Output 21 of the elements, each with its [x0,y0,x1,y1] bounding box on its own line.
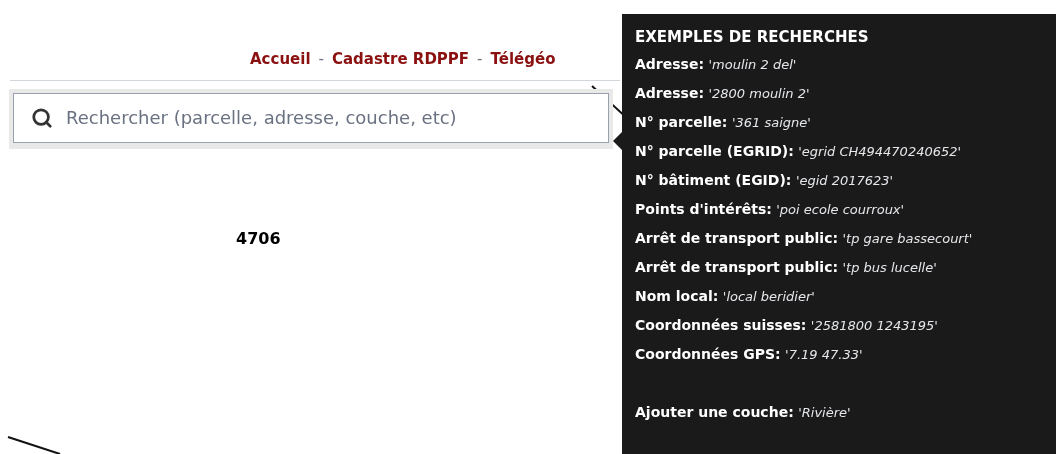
nav-separator: - [477,49,483,70]
search-example: Coordonnées GPS: '7.19 47.33' [635,345,864,364]
search-example: Adresse: '2800 moulin 2' [635,84,811,103]
search-example: Points d'intérêts: 'poi ecole courroux' [635,200,906,219]
nav-link[interactable]: Cadastre RDPPF [331,48,470,71]
nav-link[interactable]: Télégéo [490,48,556,71]
tooltip-title: EXEMPLES DE RECHERCHES [635,27,870,48]
search-example: N° bâtiment (EGID): 'egid 2017623' [635,171,895,190]
search-example: Nom local: 'local beridier' [635,287,816,306]
nav-separator: - [318,49,324,70]
nav-link[interactable]: Accueil [250,48,311,71]
search-example: N° parcelle: '361 saigne' [635,113,812,132]
search-example: Arrêt de transport public: 'tp bus lucelle' [635,258,938,277]
search-example: Arrêt de transport public: 'tp gare bassecourt' [635,229,974,248]
map-label: 4706 [236,227,281,250]
search-field[interactable]: Rechercher (parcelle, adresse, couche, etc) [13,92,609,143]
search-example: Ajouter une couche: 'Rivière' [635,403,852,422]
search-icon [31,106,53,129]
search-example: Coordonnées suisses: '2581800 1243195' [635,316,939,335]
search-example: N° parcelle (EGRID): 'egrid CH494470240652' [635,142,963,161]
search-example: Adresse: 'moulin 2 del' [635,55,798,74]
